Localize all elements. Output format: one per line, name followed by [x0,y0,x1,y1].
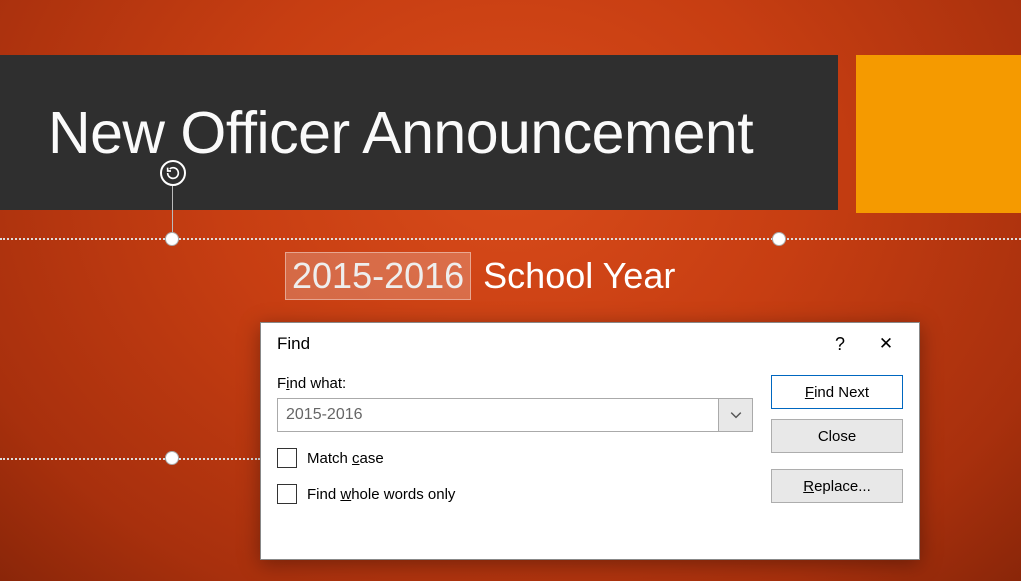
slide-background: New Officer Announcement 2015-2016 Schoo… [0,0,1021,581]
whole-words-label: Find whole words only [307,486,455,503]
close-icon: ✕ [879,334,893,354]
match-case-row: Match case [277,448,753,468]
dialog-body: Find what: Match case Find whole words o… [261,365,919,520]
subtitle-rest: School Year [483,255,675,297]
question-icon: ? [835,334,845,355]
selection-handle[interactable] [165,232,179,246]
find-what-label: Find what: [277,375,753,392]
selection-handle[interactable] [165,451,179,465]
whole-words-checkbox[interactable] [277,484,297,504]
selection-handle[interactable] [772,232,786,246]
guide-line-top [0,238,1021,240]
close-button[interactable]: ✕ [863,327,909,361]
match-case-checkbox[interactable] [277,448,297,468]
close-dialog-button[interactable]: Close [771,419,903,453]
dialog-titlebar[interactable]: Find ? ✕ [261,323,919,365]
decorative-rectangle [856,55,1021,213]
chevron-down-icon [730,409,742,421]
subtitle-placeholder[interactable]: 2015-2016 School Year [285,252,675,300]
slide-title: New Officer Announcement [0,99,753,167]
find-next-button[interactable]: Find Next [771,375,903,409]
rotate-connector [172,186,173,238]
help-button[interactable]: ? [817,327,863,361]
find-what-input[interactable] [278,399,718,431]
find-what-combo [277,398,753,432]
find-history-dropdown[interactable] [718,399,752,431]
match-case-label: Match case [307,450,384,467]
whole-words-row: Find whole words only [277,484,753,504]
found-text-highlight: 2015-2016 [285,252,471,300]
dialog-title: Find [277,334,817,354]
title-placeholder[interactable]: New Officer Announcement [0,55,838,210]
rotate-handle-icon[interactable] [160,160,186,186]
guide-line-bottom [0,458,260,460]
find-dialog: Find ? ✕ Find what: Match case [260,322,920,560]
replace-button[interactable]: Replace... [771,469,903,503]
